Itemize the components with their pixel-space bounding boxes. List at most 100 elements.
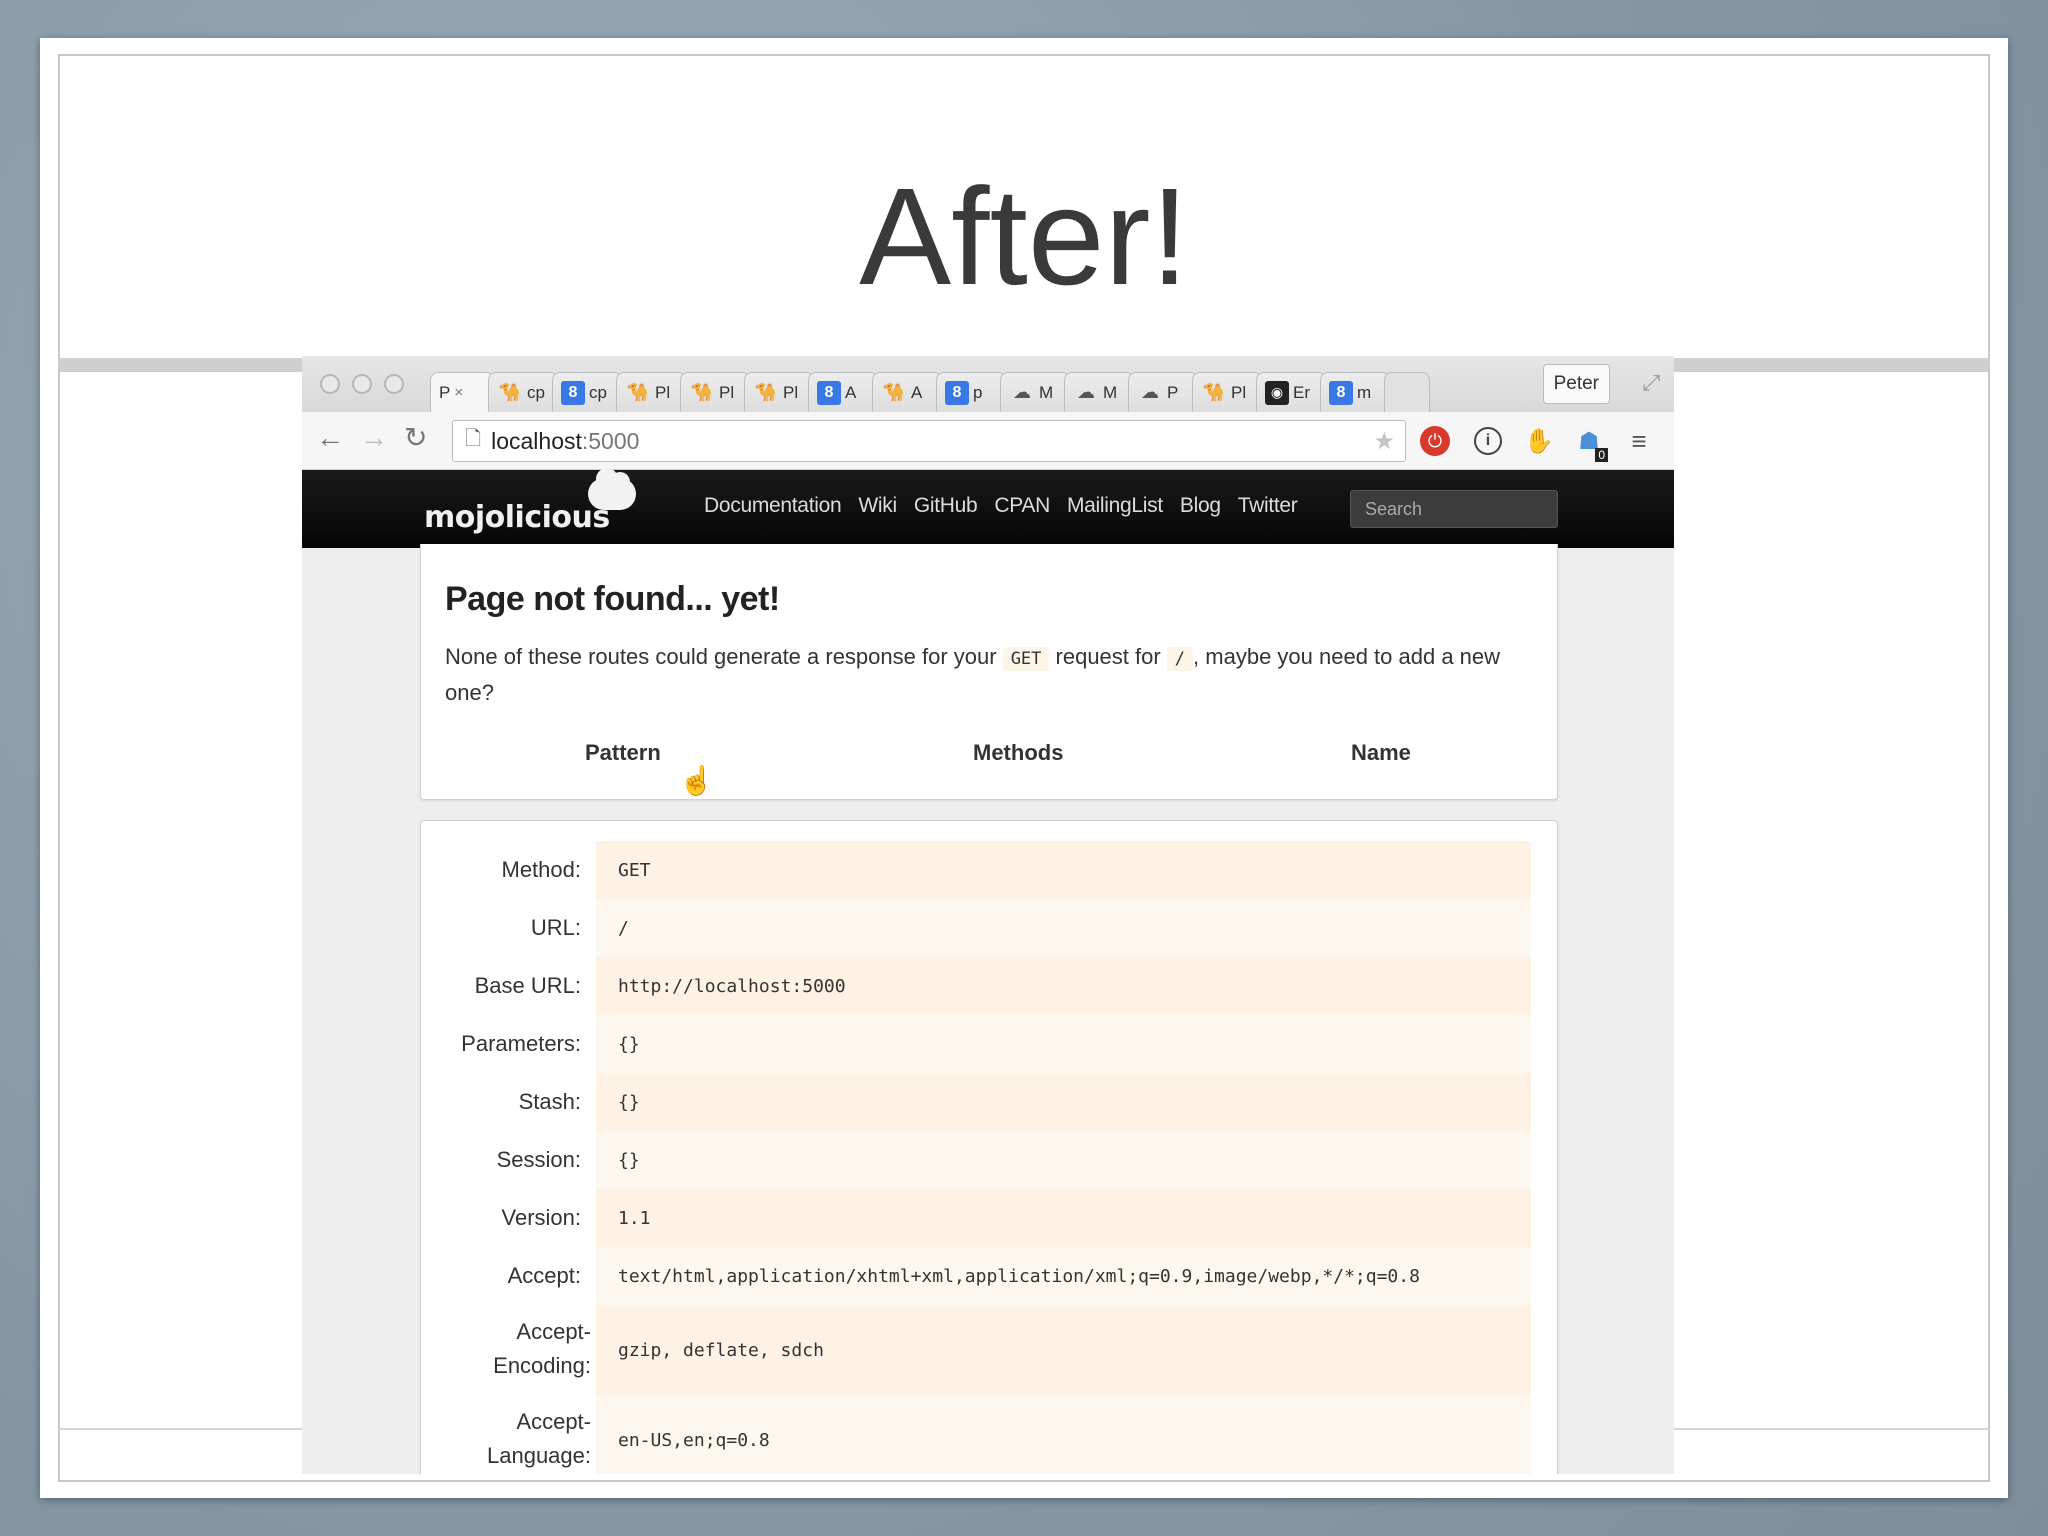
browser-tab[interactable]: 8p (936, 372, 1006, 412)
new-tab-button[interactable] (1384, 372, 1430, 412)
camel-icon: 🐪 (1202, 382, 1226, 402)
request-info-label: Accept- Language: (421, 1405, 591, 1473)
cloud-icon: ☁ (1141, 382, 1159, 402)
browser-tab[interactable]: 🐪 cp (488, 372, 558, 412)
tab-label: P (439, 382, 451, 402)
profile-button[interactable]: Peter (1542, 364, 1610, 404)
tab-label: m (1357, 382, 1372, 402)
browser-tab[interactable]: 🐪 Pl (616, 372, 686, 412)
mojo-nav-link-documentation[interactable]: Documentation (704, 494, 842, 518)
browser-tab[interactable]: 8 cp (552, 372, 622, 412)
close-window-button[interactable] (320, 374, 340, 394)
zoom-window-button[interactable] (384, 374, 404, 394)
tab-label: Pl (783, 382, 799, 402)
request-info-value: {} (596, 1131, 1531, 1189)
request-info-value: / (596, 899, 1531, 957)
adblock-extension-icon[interactable]: ⏻ (1420, 426, 1450, 456)
request-info-row: URL: / (421, 899, 1557, 957)
tab-strip: P × 🐪 cp 8 cp 🐪 Pl 🐪 Pl 🐪 Pl 8 A 🐪 A 8 p ☁ M ☁ M ☁ P 🐪 Pl ◉ Er 8 m Pe… (302, 356, 1674, 412)
request-info-row: Parameters: {} (421, 1015, 1557, 1073)
request-info-label: Accept- Encoding: (421, 1315, 591, 1383)
slide-title: After! (859, 160, 1189, 314)
browser-tab[interactable]: P × (430, 372, 494, 412)
menu-icon[interactable]: ≡ (1622, 424, 1656, 458)
message-part: request for (1049, 644, 1167, 669)
page-icon: 🗋 (465, 428, 482, 450)
mojo-nav-link-wiki[interactable]: Wiki (858, 494, 897, 518)
camel-icon: 🐪 (882, 382, 906, 402)
tab-label: Pl (719, 382, 735, 402)
address-bar[interactable]: 🗋 localhost:5000 ★ (452, 420, 1406, 462)
method-code: GET (1002, 647, 1050, 671)
column-name: Name (1351, 740, 1411, 765)
request-info-card: Method: GET URL: / Base URL: http://localhost… (420, 820, 1558, 1474)
request-info-label: Base URL: (474, 973, 581, 998)
request-info-value: {} (596, 1015, 1531, 1073)
browser-tab[interactable]: ☁ P (1128, 372, 1198, 412)
cloud-icon: ☁ (1013, 382, 1031, 402)
url-port: :5000 (581, 427, 640, 454)
mojo-nav-link-blog[interactable]: Blog (1180, 494, 1221, 518)
tabs: P × 🐪 cp 8 cp 🐪 Pl 🐪 Pl 🐪 Pl 8 A 🐪 A 8 p ☁ M ☁ M ☁ P 🐪 Pl ◉ Er 8 m (430, 372, 1430, 412)
tab-label: Pl (655, 382, 671, 402)
tab-label: M (1103, 382, 1118, 402)
tab-label: cp (589, 382, 607, 402)
evernote-extension-icon[interactable]: ✋ (1522, 424, 1556, 458)
camel-icon: 🐪 (498, 382, 522, 402)
mojo-navbar: mojolicious Documentation Wiki GitHub CPAN M… (302, 468, 1674, 548)
mojo-logo[interactable]: mojolicious (424, 500, 610, 535)
request-info-row: Session: {} (421, 1131, 1557, 1189)
request-info-label: Parameters: (461, 1031, 581, 1056)
mojo-nav-link-twitter[interactable]: Twitter (1238, 494, 1298, 518)
request-info-value: 1.1 (596, 1189, 1531, 1247)
browser-tab[interactable]: 🐪 Pl (680, 372, 750, 412)
request-info-label: Stash: (518, 1089, 581, 1114)
tab-label: cp (527, 382, 545, 402)
not-found-title: Page not found... yet! (445, 580, 780, 618)
request-info-value: http://localhost:5000 (596, 957, 1531, 1015)
label-line: Accept- (516, 1409, 591, 1434)
minimize-window-button[interactable] (352, 374, 372, 394)
browser-tab[interactable]: 8m (1320, 372, 1390, 412)
message-part: None of these routes could generate a re… (445, 644, 1003, 669)
google-icon: 8 (817, 380, 841, 405)
tab-label: A (911, 382, 923, 402)
mojo-nav-link-cpan[interactable]: CPAN (994, 494, 1050, 518)
mojo-nav-link-mailinglist[interactable]: MailingList (1067, 494, 1163, 518)
request-info-label: Session: (496, 1147, 581, 1172)
back-arrow-icon[interactable]: ← (316, 424, 344, 452)
browser-tab[interactable]: ☁ M (1000, 372, 1070, 412)
browser-tab[interactable]: 🐪 Pl (744, 372, 814, 412)
request-info-label: Accept: (507, 1263, 581, 1288)
label-line: Language: (487, 1443, 591, 1468)
browser-tab[interactable]: ◉ Er (1256, 372, 1326, 412)
bookmark-star-icon[interactable]: ★ (1373, 427, 1395, 456)
reload-icon[interactable]: ↻ (404, 424, 427, 452)
request-info-row: Accept- Encoding: gzip, deflate, sdch (421, 1305, 1557, 1395)
ghostery-extension-icon[interactable]: ☗ 0 (1572, 424, 1608, 462)
browser-tab[interactable]: 8A (808, 372, 878, 412)
browser-tab[interactable]: 🐪 A (872, 372, 942, 412)
mojo-search-input[interactable]: Search (1350, 490, 1558, 528)
browser-window: P × 🐪 cp 8 cp 🐪 Pl 🐪 Pl 🐪 Pl 8 A 🐪 A 8 p ☁ M ☁ M ☁ P 🐪 Pl ◉ Er 8 m Pe… (302, 356, 1674, 1474)
page-content: Page not found... yet! None of these rou… (302, 544, 1674, 1474)
hand-cursor-icon: ☝ (679, 765, 714, 796)
label-line: Encoding: (493, 1353, 591, 1378)
request-info-label: Version: (501, 1205, 582, 1230)
forward-arrow-icon[interactable]: → (360, 424, 388, 452)
password-extension-icon[interactable]: i (1474, 427, 1502, 455)
tab-label: P (1167, 382, 1179, 402)
request-info-value: en-US,en;q=0.8 (596, 1395, 1531, 1474)
tab-label: p (973, 382, 983, 402)
browser-tab[interactable]: ☁ M (1064, 372, 1134, 412)
request-info-row: Base URL: http://localhost:5000 (421, 957, 1557, 1015)
request-info-label: URL: (530, 915, 581, 940)
browser-tab[interactable]: 🐪 Pl (1192, 372, 1262, 412)
close-tab-icon[interactable]: × (454, 384, 463, 401)
fullscreen-icon[interactable]: ⤢ (1642, 370, 1660, 396)
request-info-value: {} (596, 1073, 1531, 1131)
tab-label: A (845, 382, 857, 402)
request-info-value: gzip, deflate, sdch (596, 1305, 1531, 1395)
cloud-icon: ☁ (1077, 382, 1095, 402)
mojo-nav-link-github[interactable]: GitHub (914, 494, 978, 518)
